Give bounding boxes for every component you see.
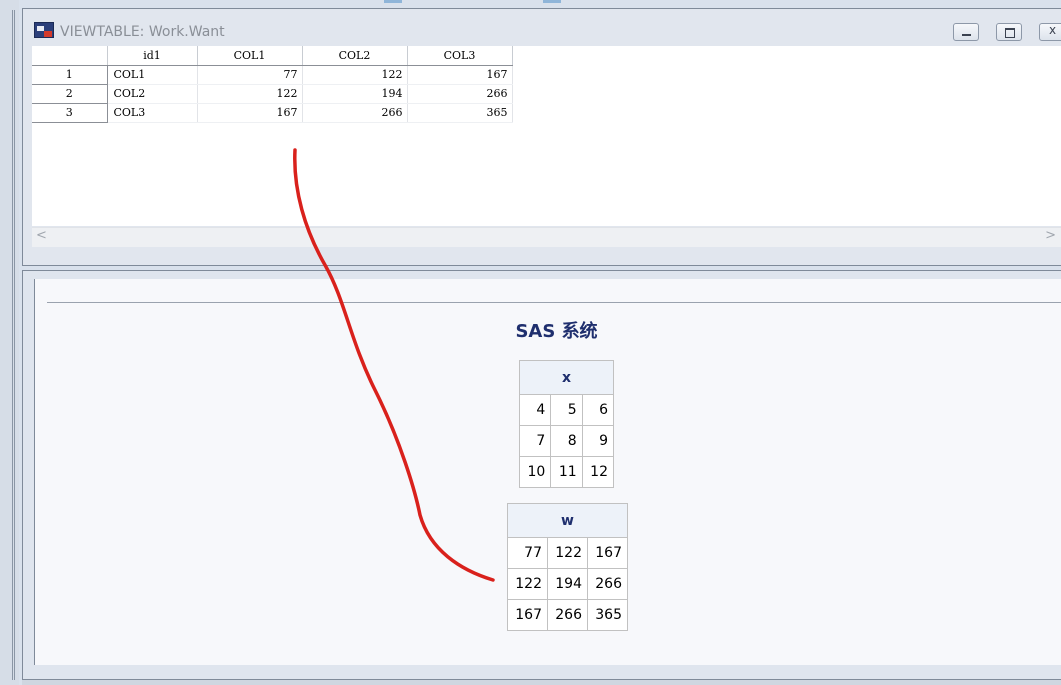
- scroll-left-icon[interactable]: <: [36, 228, 47, 243]
- table-cell: 167: [507, 599, 548, 631]
- table-cell[interactable]: 77: [197, 65, 303, 85]
- results-viewer-window: SAS 系统 x 4 5 6 7 8 9 10 11 12 w 77 122 1…: [22, 270, 1061, 680]
- table-cell[interactable]: COL3: [107, 103, 198, 123]
- row-number[interactable]: 2: [32, 84, 108, 104]
- row-number[interactable]: 3: [32, 103, 108, 123]
- row-number[interactable]: 1: [32, 65, 108, 85]
- table-cell: 6: [581, 394, 615, 426]
- viewtable-title: VIEWTABLE: Work.Want: [60, 24, 225, 40]
- maximize-button[interactable]: [996, 23, 1022, 41]
- table-cell[interactable]: 266: [302, 103, 408, 123]
- table-row: 10 11 12: [518, 456, 615, 488]
- table-cell: 4: [518, 394, 552, 426]
- table-row[interactable]: 1 COL1 77 122 167: [32, 65, 513, 85]
- left-panel-strip: [0, 0, 19, 685]
- viewtable-window: VIEWTABLE: Work.Want id1 COL1 COL2 COL3 …: [22, 8, 1061, 266]
- table-cell: 365: [587, 599, 628, 631]
- table-cell: 77: [507, 537, 548, 569]
- matrix-x-table: x 4 5 6 7 8 9 10 11 12: [518, 360, 615, 488]
- table-cell[interactable]: 365: [407, 103, 513, 123]
- horizontal-scrollbar[interactable]: < >: [32, 227, 1061, 247]
- viewtable-app-icon: [34, 22, 54, 38]
- table-row: 7 8 9: [518, 425, 615, 457]
- table-row[interactable]: 3 COL3 167 266 365: [32, 103, 513, 123]
- table-cell: 8: [550, 425, 583, 457]
- table-cell[interactable]: 194: [302, 84, 408, 104]
- row-header-corner[interactable]: [32, 46, 108, 66]
- results-title: SAS 系统: [515, 321, 598, 342]
- table-cell[interactable]: 122: [197, 84, 303, 104]
- matrix-x-header: x: [519, 360, 614, 395]
- table-cell: 167: [587, 537, 628, 569]
- viewtable-grid-area: id1 COL1 COL2 COL3 1 COL1 77 122 167 2 C…: [32, 46, 1061, 226]
- table-cell[interactable]: 167: [197, 103, 303, 123]
- table-cell: 11: [550, 456, 583, 488]
- table-cell: 12: [581, 456, 615, 488]
- table-cell: 194: [547, 568, 588, 600]
- results-viewer-content: SAS 系统 x 4 5 6 7 8 9 10 11 12 w 77 122 1…: [34, 279, 1061, 665]
- bottom-status-strip: [22, 680, 1061, 685]
- matrix-w-header: w: [507, 503, 628, 538]
- table-cell: 266: [587, 568, 628, 600]
- table-cell: 5: [550, 394, 583, 426]
- table-cell[interactable]: 266: [407, 84, 513, 104]
- table-row: 122 194 266: [507, 568, 628, 600]
- table-cell: 10: [518, 456, 552, 488]
- table-cell: 122: [507, 568, 548, 600]
- toolbar-fragment: [543, 0, 561, 3]
- viewtable-grid: id1 COL1 COL2 COL3 1 COL1 77 122 167 2 C…: [32, 46, 513, 123]
- table-cell: 266: [547, 599, 588, 631]
- results-divider: [47, 302, 1061, 303]
- column-header-id1[interactable]: id1: [107, 46, 198, 66]
- column-header-col1[interactable]: COL1: [197, 46, 303, 66]
- column-header-col2[interactable]: COL2: [302, 46, 408, 66]
- table-cell[interactable]: 167: [407, 65, 513, 85]
- table-cell[interactable]: 122: [302, 65, 408, 85]
- table-cell: 7: [518, 425, 552, 457]
- table-row: 4 5 6: [518, 394, 615, 426]
- left-panel-border-inner: [14, 10, 15, 680]
- close-button[interactable]: [1039, 23, 1061, 41]
- table-cell: 9: [581, 425, 615, 457]
- table-row: 167 266 365: [507, 599, 628, 631]
- toolbar-fragment: [384, 0, 402, 3]
- table-cell[interactable]: COL2: [107, 84, 198, 104]
- minimize-button[interactable]: [953, 23, 979, 41]
- table-row: 77 122 167: [507, 537, 628, 569]
- viewtable-titlebar[interactable]: VIEWTABLE: Work.Want: [23, 9, 1061, 47]
- column-header-col3[interactable]: COL3: [407, 46, 513, 66]
- left-panel-border: [12, 10, 13, 680]
- table-row[interactable]: 2 COL2 122 194 266: [32, 84, 513, 104]
- matrix-w-table: w 77 122 167 122 194 266 167 266 365: [507, 503, 628, 631]
- table-cell: 122: [547, 537, 588, 569]
- table-cell[interactable]: COL1: [107, 65, 198, 85]
- scroll-right-icon[interactable]: >: [1045, 228, 1056, 243]
